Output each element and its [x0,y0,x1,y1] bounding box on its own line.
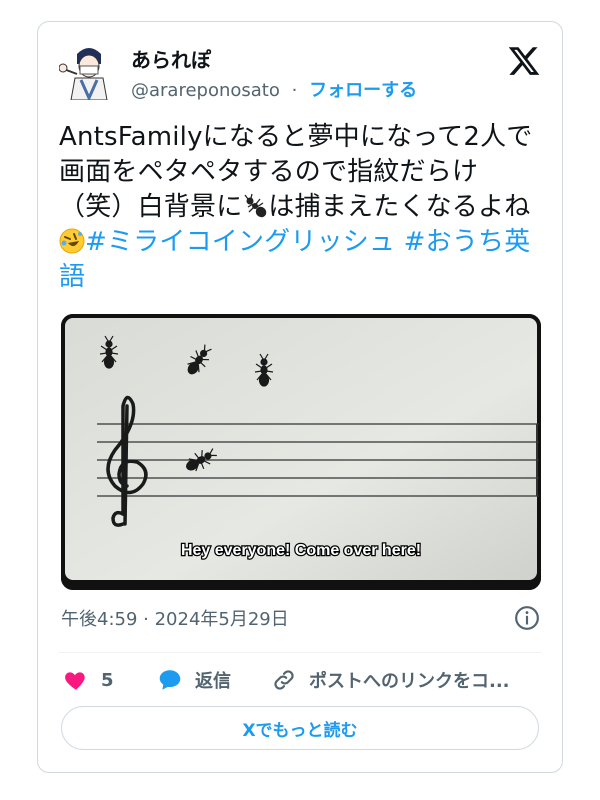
read-more-on-x-button[interactable]: Xでもっと読む [61,706,539,750]
heart-icon [65,672,85,690]
copy-link-button[interactable]: ポストへのリンクをコ... [271,662,510,698]
post-media-image[interactable]: Hey everyone! Come over here! [61,314,541,590]
author-meta-row: @arareponosato · フォローする [131,76,417,102]
like-count: 5 [101,669,114,691]
author-avatar[interactable] [59,40,119,100]
copy-link-label: ポストへのリンクをコ... [309,671,510,692]
embedded-post-card: あられぽ @arareponosato · フォローする AntsFamilyに… [37,21,563,773]
media-subtitle: Hey everyone! Come over here! [181,542,421,559]
post-timestamp[interactable]: 午後4:59 · 2024年5月29日 [61,605,289,631]
reply-label: 返信 [195,671,231,692]
post-header: あられぽ @arareponosato · フォローする [59,40,541,120]
post-text-part2: は捕まえたくなるよね [268,192,531,222]
hashtag-link-1[interactable]: #ミライコイングリッシュ [85,227,395,257]
reply-button[interactable]: 返信 [157,662,231,698]
action-bar: 5 返信 ポストへのリンクをコ... [59,662,541,698]
ant-emoji-icon [242,193,268,219]
author-display-name[interactable]: あられぽ [131,44,211,73]
rolling-laughing-emoji-icon [59,228,85,254]
link-icon [274,670,294,690]
x-logo-icon[interactable] [507,44,541,78]
separator-dot: · [291,80,298,101]
speech-bubble-icon [159,670,181,690]
post-text: AntsFamilyになると夢中になって2人で画面をペタペタするので指紋だらけ（… [59,120,543,295]
author-handle[interactable]: @arareponosato [131,80,280,101]
follow-button[interactable]: フォローする [309,80,417,101]
info-icon[interactable] [514,605,540,631]
like-button[interactable]: 5 [63,662,114,698]
divider [59,652,541,653]
